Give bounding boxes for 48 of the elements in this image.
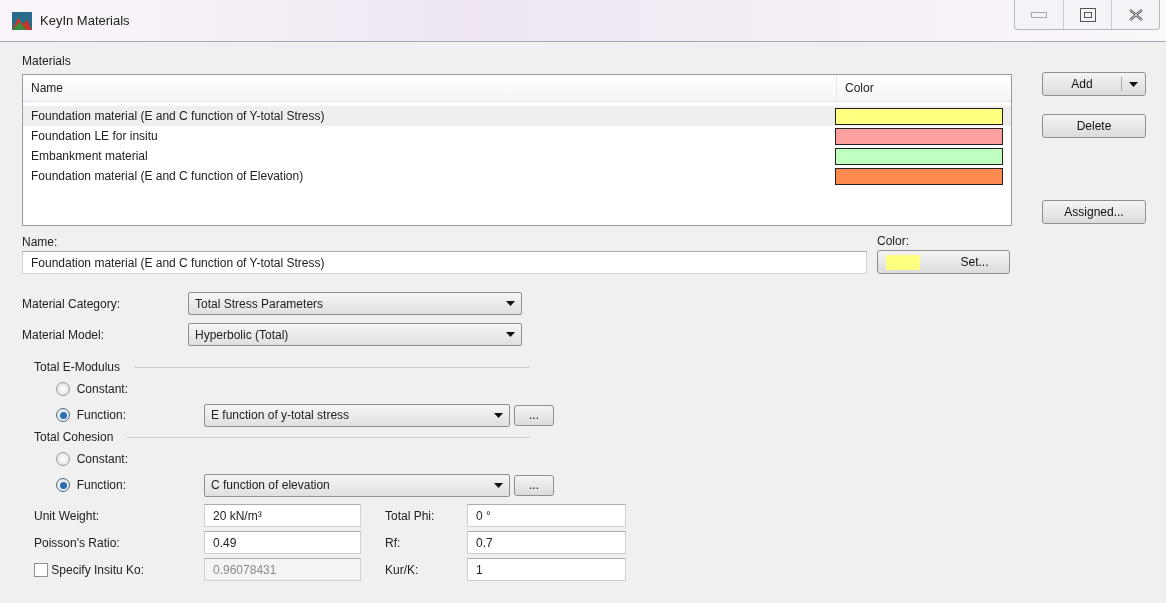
caret-icon xyxy=(494,412,503,418)
radio-option[interactable]: Constant: xyxy=(56,380,204,398)
button-label: Set... xyxy=(959,254,990,271)
list-row[interactable]: Foundation material (E and C function of Elevation) xyxy=(23,166,1011,186)
row-name: Embankment material xyxy=(30,148,149,165)
caret-icon xyxy=(506,301,515,306)
ellipsis-button[interactable]: ... xyxy=(514,404,554,426)
row-name: Foundation material (E and C function of Y-total Stress) xyxy=(30,108,326,125)
column-header[interactable]: Name xyxy=(23,75,836,101)
column-header[interactable]: Color xyxy=(836,75,1011,101)
dropdown[interactable]: E function of y-total stress xyxy=(204,403,510,427)
list-row[interactable]: Foundation LE for insitu xyxy=(23,126,1011,146)
dialog-button[interactable]: Assigned... xyxy=(1042,200,1146,224)
dropdown[interactable]: Total Stress Parameters xyxy=(188,292,522,315)
list-row[interactable]: Foundation material (E and C function of Y-total Stress) xyxy=(23,106,1011,126)
field-label: Material Model: xyxy=(22,326,106,344)
dialog-button[interactable]: Add xyxy=(1042,72,1146,96)
field-label: Poisson's Ratio: xyxy=(34,534,121,552)
window-title: KeyIn Materials xyxy=(40,11,131,30)
list-row[interactable]: Embankment material xyxy=(23,146,1011,166)
input-field[interactable]: 20 kN/m³ xyxy=(204,504,361,527)
dropdown[interactable]: Hyperbolic (Total) xyxy=(188,323,522,346)
radio-option[interactable]: Constant: xyxy=(56,450,204,468)
field-label: Unit Weight: xyxy=(34,507,101,525)
input-field[interactable]: 0 ° xyxy=(467,504,626,527)
field-label: Material Category: xyxy=(22,295,122,313)
row-name: Foundation LE for insitu xyxy=(30,128,159,145)
name-field[interactable]: Foundation material (E and C function of Y-total Stress) xyxy=(22,251,867,274)
caret-icon xyxy=(506,332,515,337)
radio-option[interactable]: Function: xyxy=(56,476,204,494)
group-title: Total E-Modulus xyxy=(34,359,121,376)
field-label: Name: xyxy=(22,234,59,251)
ellipsis-button[interactable]: ... xyxy=(514,474,554,496)
field-label: Kur/K: xyxy=(385,561,420,579)
row-name: Foundation material (E and C function of Elevation) xyxy=(30,168,305,185)
section-label: Materials xyxy=(22,53,72,70)
dropdown[interactable]: C function of elevation xyxy=(204,473,510,497)
caret-icon xyxy=(494,482,503,488)
group-title: Total Cohesion xyxy=(34,429,114,446)
input-field[interactable]: 0.7 xyxy=(467,531,626,554)
field-label: Color: xyxy=(877,233,910,250)
radio-option[interactable]: Function: xyxy=(56,406,204,424)
field-label: Total Phi: xyxy=(385,507,436,525)
input-field[interactable]: 0.49 xyxy=(204,531,361,554)
field-label: Rf: xyxy=(385,534,402,552)
app-icon xyxy=(12,11,32,30)
dialog-button[interactable]: Delete xyxy=(1042,114,1146,138)
set-color-button[interactable]: Set... xyxy=(877,250,1010,274)
